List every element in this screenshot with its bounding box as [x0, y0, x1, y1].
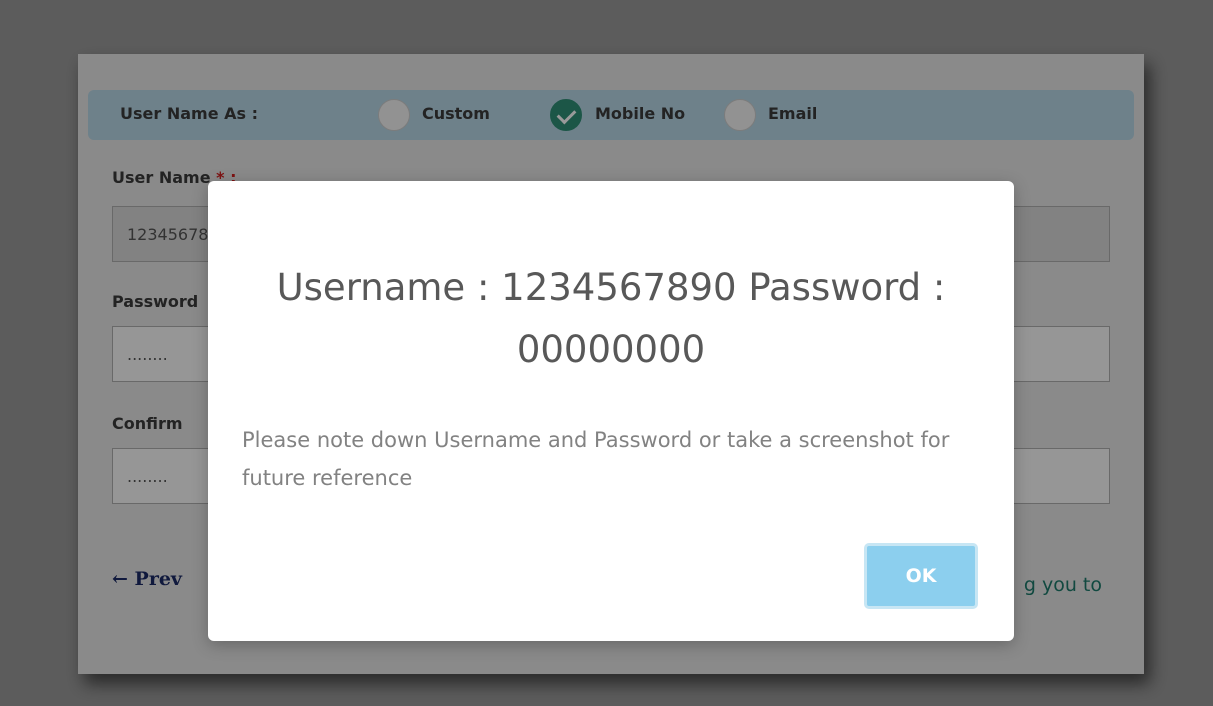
- dialog-message: Please note down Username and Password o…: [242, 428, 950, 490]
- ok-button[interactable]: OK: [864, 543, 978, 609]
- credentials-dialog: Username : 1234567890 Password : 0000000…: [208, 181, 1014, 641]
- dialog-title: Username : 1234567890 Password : 0000000…: [276, 266, 946, 371]
